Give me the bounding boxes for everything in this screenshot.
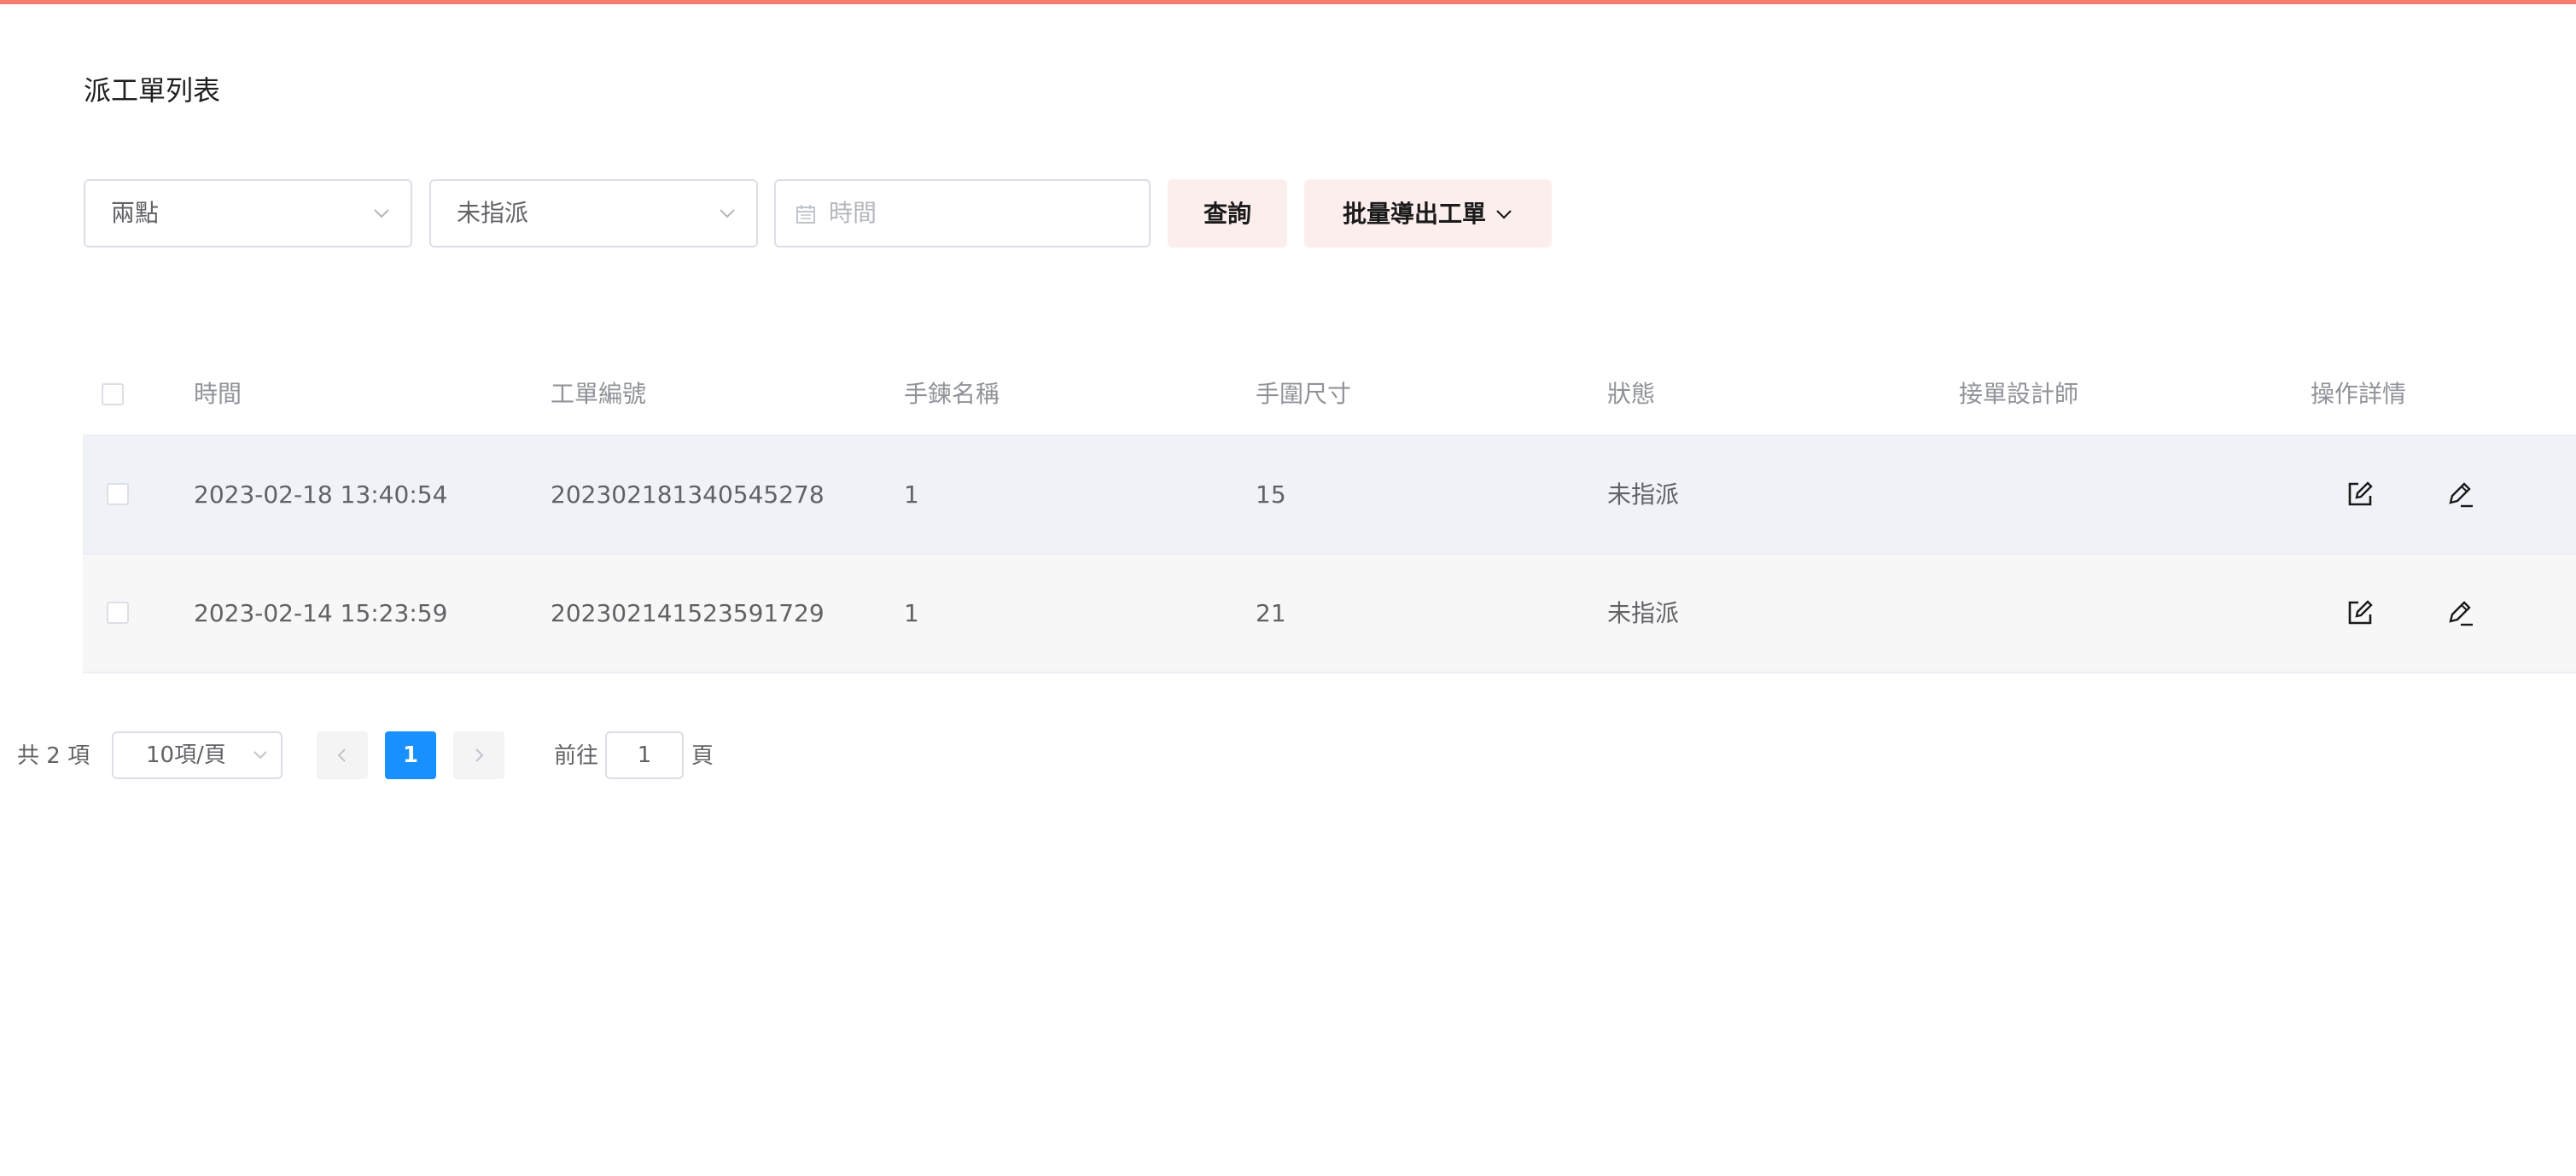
batch-export-label: 批量導出工單 — [1342, 200, 1486, 228]
column-header: 操作詳情 — [2311, 380, 2407, 408]
table-header: 時間 工單編號 手鍊名稱 手圍尺寸 狀態 接單設計師 操作詳情 — [83, 354, 2576, 436]
query-button-label: 查詢 — [1203, 200, 1251, 228]
chevron-down-icon — [254, 751, 267, 760]
date-picker-input[interactable]: 時間 — [774, 179, 1151, 247]
status-cell: 未指派 — [1607, 480, 1680, 509]
page-number-button[interactable]: 1 — [385, 731, 436, 779]
order-no-cell: 202302141523591729 — [551, 599, 825, 627]
status-select[interactable]: 未指派 — [429, 179, 758, 247]
top-accent-bar — [0, 0, 2576, 4]
column-header: 接單設計師 — [1959, 380, 2079, 408]
row-checkbox[interactable] — [107, 483, 129, 505]
pagination-total: 共 2 項 — [17, 743, 90, 769]
work-order-table: 時間 工單編號 手鍊名稱 手圍尺寸 狀態 接單設計師 操作詳情 2023-02-… — [83, 354, 2576, 673]
column-header: 手圍尺寸 — [1256, 380, 1352, 408]
chevron-right-icon — [475, 748, 484, 762]
batch-export-button[interactable]: 批量導出工單 — [1304, 179, 1552, 247]
query-button[interactable]: 查詢 — [1168, 179, 1287, 247]
order-no-cell: 202302181340545278 — [551, 480, 825, 509]
time-cell: 2023-02-18 13:40:54 — [194, 480, 448, 509]
column-header: 狀態 — [1607, 380, 1656, 408]
shop-select[interactable]: 兩點 — [84, 179, 412, 247]
table-row: 2023-02-18 13:40:54 202302181340545278 1… — [83, 436, 2576, 555]
bracelet-name-cell: 1 — [904, 480, 919, 509]
chevron-left-icon — [337, 748, 346, 762]
goto-suffix: 頁 — [691, 743, 714, 769]
bracelet-name-cell: 1 — [904, 599, 919, 627]
column-header: 工單編號 — [551, 380, 647, 408]
prev-page-button[interactable] — [317, 731, 368, 779]
calendar-icon — [796, 205, 815, 224]
pen-icon[interactable] — [2445, 479, 2476, 509]
table-row: 2023-02-14 15:23:59 202302141523591729 1… — [83, 555, 2576, 673]
page-size-value: 10項/頁 — [146, 742, 226, 768]
column-header: 時間 — [194, 380, 242, 408]
chevron-down-icon — [374, 209, 389, 218]
status-select-value: 未指派 — [457, 199, 529, 227]
page-title: 派工單列表 — [84, 74, 221, 107]
edit-icon[interactable] — [2345, 597, 2375, 628]
pen-icon[interactable] — [2445, 597, 2476, 628]
status-cell: 未指派 — [1607, 599, 1680, 627]
column-header: 手鍊名稱 — [904, 380, 1000, 408]
goto-page-input[interactable] — [605, 731, 684, 779]
chevron-down-icon — [1496, 210, 1512, 219]
shop-select-value: 兩點 — [111, 199, 160, 227]
time-cell: 2023-02-14 15:23:59 — [194, 599, 448, 627]
row-checkbox[interactable] — [107, 602, 129, 624]
select-all-checkbox[interactable] — [102, 383, 124, 405]
page-size-select[interactable]: 10項/頁 — [112, 731, 283, 779]
goto-label: 前往 — [554, 743, 599, 769]
chevron-down-icon — [720, 209, 735, 218]
wrist-size-cell: 21 — [1256, 599, 1286, 627]
edit-icon[interactable] — [2345, 479, 2375, 509]
date-placeholder: 時間 — [829, 199, 877, 227]
next-page-button[interactable] — [453, 731, 504, 779]
wrist-size-cell: 15 — [1256, 480, 1286, 509]
